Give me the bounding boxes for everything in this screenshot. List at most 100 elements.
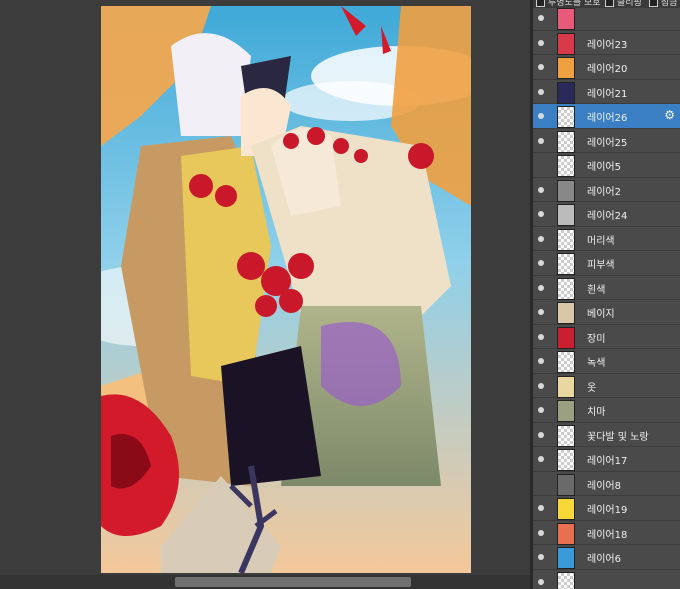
artwork-canvas[interactable] xyxy=(101,6,471,573)
visibility-eye-icon[interactable] xyxy=(538,162,544,168)
layer-name: 레이어6 xyxy=(587,554,621,565)
layer-row[interactable]: 레이어17 xyxy=(533,447,680,472)
layer-thumbnail xyxy=(557,179,575,202)
layer-thumbnail xyxy=(557,57,575,79)
layer-name: 레이어19 xyxy=(587,505,628,516)
layer-row[interactable]: 레이어25 xyxy=(533,129,680,153)
layer-name: 레이어8 xyxy=(587,480,621,492)
layer-row[interactable]: 레이어5 xyxy=(533,153,680,178)
layer-name: 레이어25 xyxy=(587,137,628,149)
artwork-illustration xyxy=(101,6,471,573)
layer-name: 베이지 xyxy=(587,309,615,320)
layer-name: 레이어24 xyxy=(587,211,628,222)
horizontal-scrollbar-thumb[interactable] xyxy=(175,577,411,587)
layer-name: 레이어23 xyxy=(587,39,628,51)
visibility-eye-icon[interactable] xyxy=(538,309,544,315)
layer-list: 레이어23 레이어20 레이어21 레이어26 ⚙ 레이어25 레이어5 레이어2 레이어24 머… xyxy=(533,6,680,589)
layer-thumbnail xyxy=(557,204,575,226)
layer-thumbnail xyxy=(557,498,575,520)
visibility-eye-icon[interactable] xyxy=(538,554,544,560)
layer-name: 머리색 xyxy=(587,235,615,247)
layer-name: 레이어18 xyxy=(587,529,628,541)
layer-panel: 투명도를 보호 클리핑 잠금 레이어23 레이어20 레이어21 레이어26 ⚙ 레이어2… xyxy=(533,0,680,589)
layer-row[interactable]: 레이어2 xyxy=(533,178,680,202)
layer-row[interactable]: 흰색 xyxy=(533,276,680,300)
visibility-eye-icon[interactable] xyxy=(538,284,544,291)
layer-row[interactable]: 레이어21 xyxy=(533,80,680,104)
visibility-eye-icon[interactable] xyxy=(538,382,544,389)
visibility-eye-icon[interactable] xyxy=(538,505,544,511)
layer-row[interactable]: 장미 xyxy=(533,325,680,349)
layer-row[interactable]: 레이어19 xyxy=(533,496,680,521)
layer-row[interactable] xyxy=(533,570,680,589)
layer-row[interactable]: 녹색 xyxy=(533,349,680,374)
layer-name: 옷 xyxy=(587,382,597,394)
canvas-area[interactable] xyxy=(0,0,530,589)
visibility-eye-icon[interactable] xyxy=(538,260,544,266)
layer-row[interactable]: 옷 xyxy=(533,374,680,398)
visibility-eye-icon[interactable] xyxy=(538,578,544,585)
visibility-eye-icon[interactable] xyxy=(538,88,544,95)
layer-thumbnail xyxy=(557,400,575,422)
layer-name: 레이어17 xyxy=(587,456,628,467)
layer-thumbnail xyxy=(557,130,575,153)
layer-name: 녹색 xyxy=(587,358,606,369)
layer-row[interactable]: 베이지 xyxy=(533,300,680,325)
layer-thumbnail xyxy=(557,522,575,545)
layer-thumbnail xyxy=(557,424,575,447)
layer-name: 레이어2 xyxy=(587,186,621,198)
visibility-eye-icon[interactable] xyxy=(538,407,544,413)
visibility-eye-icon[interactable] xyxy=(538,39,544,46)
layer-thumbnail xyxy=(557,351,575,373)
layer-thumbnail xyxy=(557,253,575,275)
layer-row[interactable]: 피부색 xyxy=(533,251,680,276)
layer-thumbnail xyxy=(557,547,575,569)
visibility-eye-icon[interactable] xyxy=(538,64,544,70)
layer-row[interactable]: 레이어20 xyxy=(533,55,680,80)
layer-name: 레이어21 xyxy=(587,88,628,100)
layer-thumbnail xyxy=(557,228,575,251)
visibility-eye-icon[interactable] xyxy=(538,113,544,119)
visibility-eye-icon[interactable] xyxy=(538,481,544,487)
layer-row[interactable]: 레이어23 xyxy=(533,31,680,55)
layer-thumbnail xyxy=(557,473,575,496)
layer-name: 흰색 xyxy=(587,284,606,296)
layer-thumbnail xyxy=(557,375,575,398)
layer-row[interactable]: 치마 xyxy=(533,398,680,423)
layer-thumbnail xyxy=(557,302,575,324)
layer-row[interactable]: 레이어18 xyxy=(533,521,680,545)
layer-name: 꽃다발 및 노랑 xyxy=(587,431,649,443)
visibility-eye-icon[interactable] xyxy=(538,358,544,364)
gear-icon[interactable]: ⚙ xyxy=(664,109,675,121)
layer-row[interactable]: 레이어24 xyxy=(533,202,680,227)
layer-name: 치마 xyxy=(587,407,606,418)
visibility-eye-icon[interactable] xyxy=(538,211,544,217)
visibility-eye-icon[interactable] xyxy=(538,529,544,536)
layer-row[interactable]: 꽃다발 및 노랑 xyxy=(533,423,680,447)
layer-name: 피부색 xyxy=(587,260,615,271)
layer-row[interactable] xyxy=(533,6,680,31)
layer-thumbnail xyxy=(557,571,575,589)
visibility-eye-icon[interactable] xyxy=(538,456,544,462)
layer-thumbnail xyxy=(557,326,575,349)
layer-thumbnail xyxy=(557,81,575,104)
layer-thumbnail xyxy=(557,106,575,128)
layer-thumbnail xyxy=(557,8,575,30)
visibility-eye-icon[interactable] xyxy=(538,235,544,242)
visibility-eye-icon[interactable] xyxy=(538,333,544,340)
layer-row[interactable]: 레이어8 xyxy=(533,472,680,496)
layer-row[interactable]: 머리색 xyxy=(533,227,680,251)
layer-name: 레이어26 xyxy=(587,113,628,124)
layer-thumbnail xyxy=(557,277,575,300)
visibility-eye-icon[interactable] xyxy=(538,186,544,193)
layer-thumbnail xyxy=(557,155,575,177)
visibility-eye-icon[interactable] xyxy=(538,137,544,144)
layer-row[interactable]: 레이어6 xyxy=(533,545,680,570)
layer-name: 레이어20 xyxy=(587,64,628,75)
layer-name: 장미 xyxy=(587,333,606,345)
visibility-eye-icon[interactable] xyxy=(538,15,544,21)
layer-thumbnail xyxy=(557,32,575,55)
visibility-eye-icon[interactable] xyxy=(538,431,544,438)
layer-row[interactable]: 레이어26 ⚙ xyxy=(533,104,680,129)
layer-name: 레이어5 xyxy=(587,162,621,173)
